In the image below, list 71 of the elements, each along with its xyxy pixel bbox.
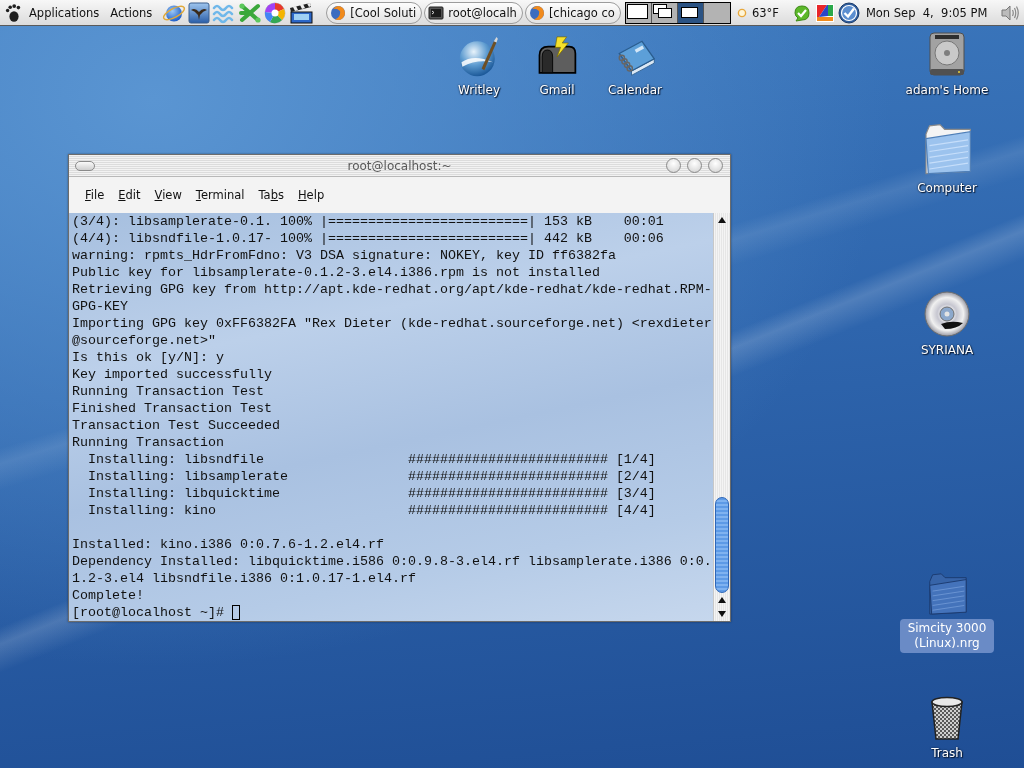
workspace-cell[interactable] xyxy=(651,2,678,23)
panel-menu[interactable]: Applications xyxy=(26,3,103,22)
icon-label[interactable]: Calendar xyxy=(604,81,666,100)
tile-logo-icon[interactable] xyxy=(815,3,834,22)
icon-label[interactable]: Trash xyxy=(927,744,967,763)
chat-check-icon[interactable] xyxy=(792,3,811,22)
terminal-line: Retrieving GPG key from http://apt.kde-redhat.org/apt/kde-redhat/kde-redhat.RPM- xyxy=(72,281,712,298)
terminal-line: 1.2-3.el4 libsndfile.i386 0:1.0.17-1.el4.rf xyxy=(72,570,416,587)
taskbar-button[interactable]: root@localh xyxy=(424,1,523,24)
globe-icon xyxy=(528,4,545,21)
foot-icon[interactable] xyxy=(5,3,21,22)
terminal-line: Installing: libsndfile ######################### [1/4] xyxy=(87,451,656,468)
terminal-line: Complete! xyxy=(72,587,144,604)
terminal-line: Running Transaction Test xyxy=(72,383,264,400)
menu-item[interactable]: File xyxy=(78,185,112,205)
pinwheel-icon[interactable] xyxy=(264,1,287,24)
terminal-line: Transaction Test Succeeded xyxy=(72,417,280,434)
arrow-up-icon xyxy=(718,597,726,603)
window-menu-button[interactable] xyxy=(75,160,95,171)
panel-menu[interactable]: Actions xyxy=(107,3,156,22)
terminal-line: Dependency Installed: libquicktime.i586 0:0.9.8-3.el4.rf libsamplerate.i386 0:0. xyxy=(72,553,712,570)
block-cursor-icon xyxy=(231,605,240,620)
icon-label[interactable]: SYRIANA xyxy=(916,341,978,360)
check-circle-icon[interactable] xyxy=(837,1,860,24)
menu-item[interactable]: Help xyxy=(290,185,332,205)
bird-tile-icon[interactable] xyxy=(188,1,211,24)
terminal-line: Installing: libquicktime ######################### [3/4] xyxy=(87,485,656,502)
crossed-bars-icon[interactable] xyxy=(238,1,263,24)
terminal-prompt: [root@localhost ~]# xyxy=(72,604,224,621)
globe-icon xyxy=(330,4,347,21)
scrollbar-thumb[interactable] xyxy=(715,497,729,593)
maximize-button[interactable] xyxy=(687,158,702,173)
workspace-cell[interactable] xyxy=(677,2,704,23)
pen-globe-icon[interactable] xyxy=(458,36,500,78)
arrow-down-icon xyxy=(718,611,726,617)
icon-label[interactable]: Gmail xyxy=(535,81,579,100)
menu-item[interactable]: Terminal xyxy=(188,185,252,205)
terminal-line: Finished Transaction Test xyxy=(72,400,272,417)
terminal-line: Installing: kino ######################### [4/4] xyxy=(87,502,656,519)
terminal-line: Is this ok [y/N]: y xyxy=(72,349,224,366)
minimize-button[interactable] xyxy=(666,158,681,173)
workspace-cell[interactable] xyxy=(703,2,730,23)
terminal-line: GPG-KEY xyxy=(72,298,128,315)
taskbar-button[interactable]: [chicago co xyxy=(524,1,621,24)
menu-item[interactable]: Edit xyxy=(111,185,148,205)
terminal-line: (4/4): libsndfile-1.0.17- 100% |=========================| 442 kB 00:06 xyxy=(72,230,664,247)
terminal-line: Public key for libsamplerate-0.1.2-3.el4.i386.rpm is not installed xyxy=(72,264,600,281)
terminal-line: Key imported successfully xyxy=(72,366,272,383)
clock[interactable]: Mon Sep 4, 9:05 PM xyxy=(865,5,988,20)
terminal-line: Running Transaction xyxy=(72,434,224,451)
menu-item[interactable]: View xyxy=(147,185,189,205)
workspace-cell[interactable] xyxy=(625,2,652,23)
close-button[interactable] xyxy=(708,158,723,173)
window-title: root@localhost:~ xyxy=(347,158,452,173)
icon-label[interactable]: Computer xyxy=(913,179,981,198)
icon-label[interactable]: adam's Home xyxy=(901,81,993,100)
clapperboard-icon[interactable] xyxy=(288,1,315,24)
terminal-line: Installing: libsamplerate ######################### [2/4] xyxy=(87,468,656,485)
terminal-line: warning: rpmts_HdrFromFdno: V3 DSA signature: NOKEY, key ID ff6382fa xyxy=(72,247,616,264)
terminal-line: Importing GPG key 0xFF6382FA "Rex Dieter (kde-redhat.sourceforge.net) <rexdieter xyxy=(72,315,712,332)
arrow-up-icon xyxy=(718,217,726,223)
weather-temperature[interactable]: 63°F xyxy=(751,5,779,20)
disc-icon[interactable] xyxy=(923,290,971,338)
terminal-line: (3/4): libsamplerate-0.1. 100% |=========================| 153 kB 00:01 xyxy=(72,213,664,230)
terminal-line: @sourceforge.net>" xyxy=(72,332,216,349)
menu-item[interactable]: Tabs xyxy=(251,185,291,205)
speaker-icon[interactable] xyxy=(1000,3,1020,22)
terminal-icon xyxy=(428,4,445,21)
taskbar-button[interactable]: [Cool Soluti xyxy=(326,1,423,24)
icon-label[interactable]: Writley xyxy=(453,81,505,100)
terminal-line: Installed: kino.i386 0:0.7.6-1.2.el4.rf xyxy=(72,536,384,553)
